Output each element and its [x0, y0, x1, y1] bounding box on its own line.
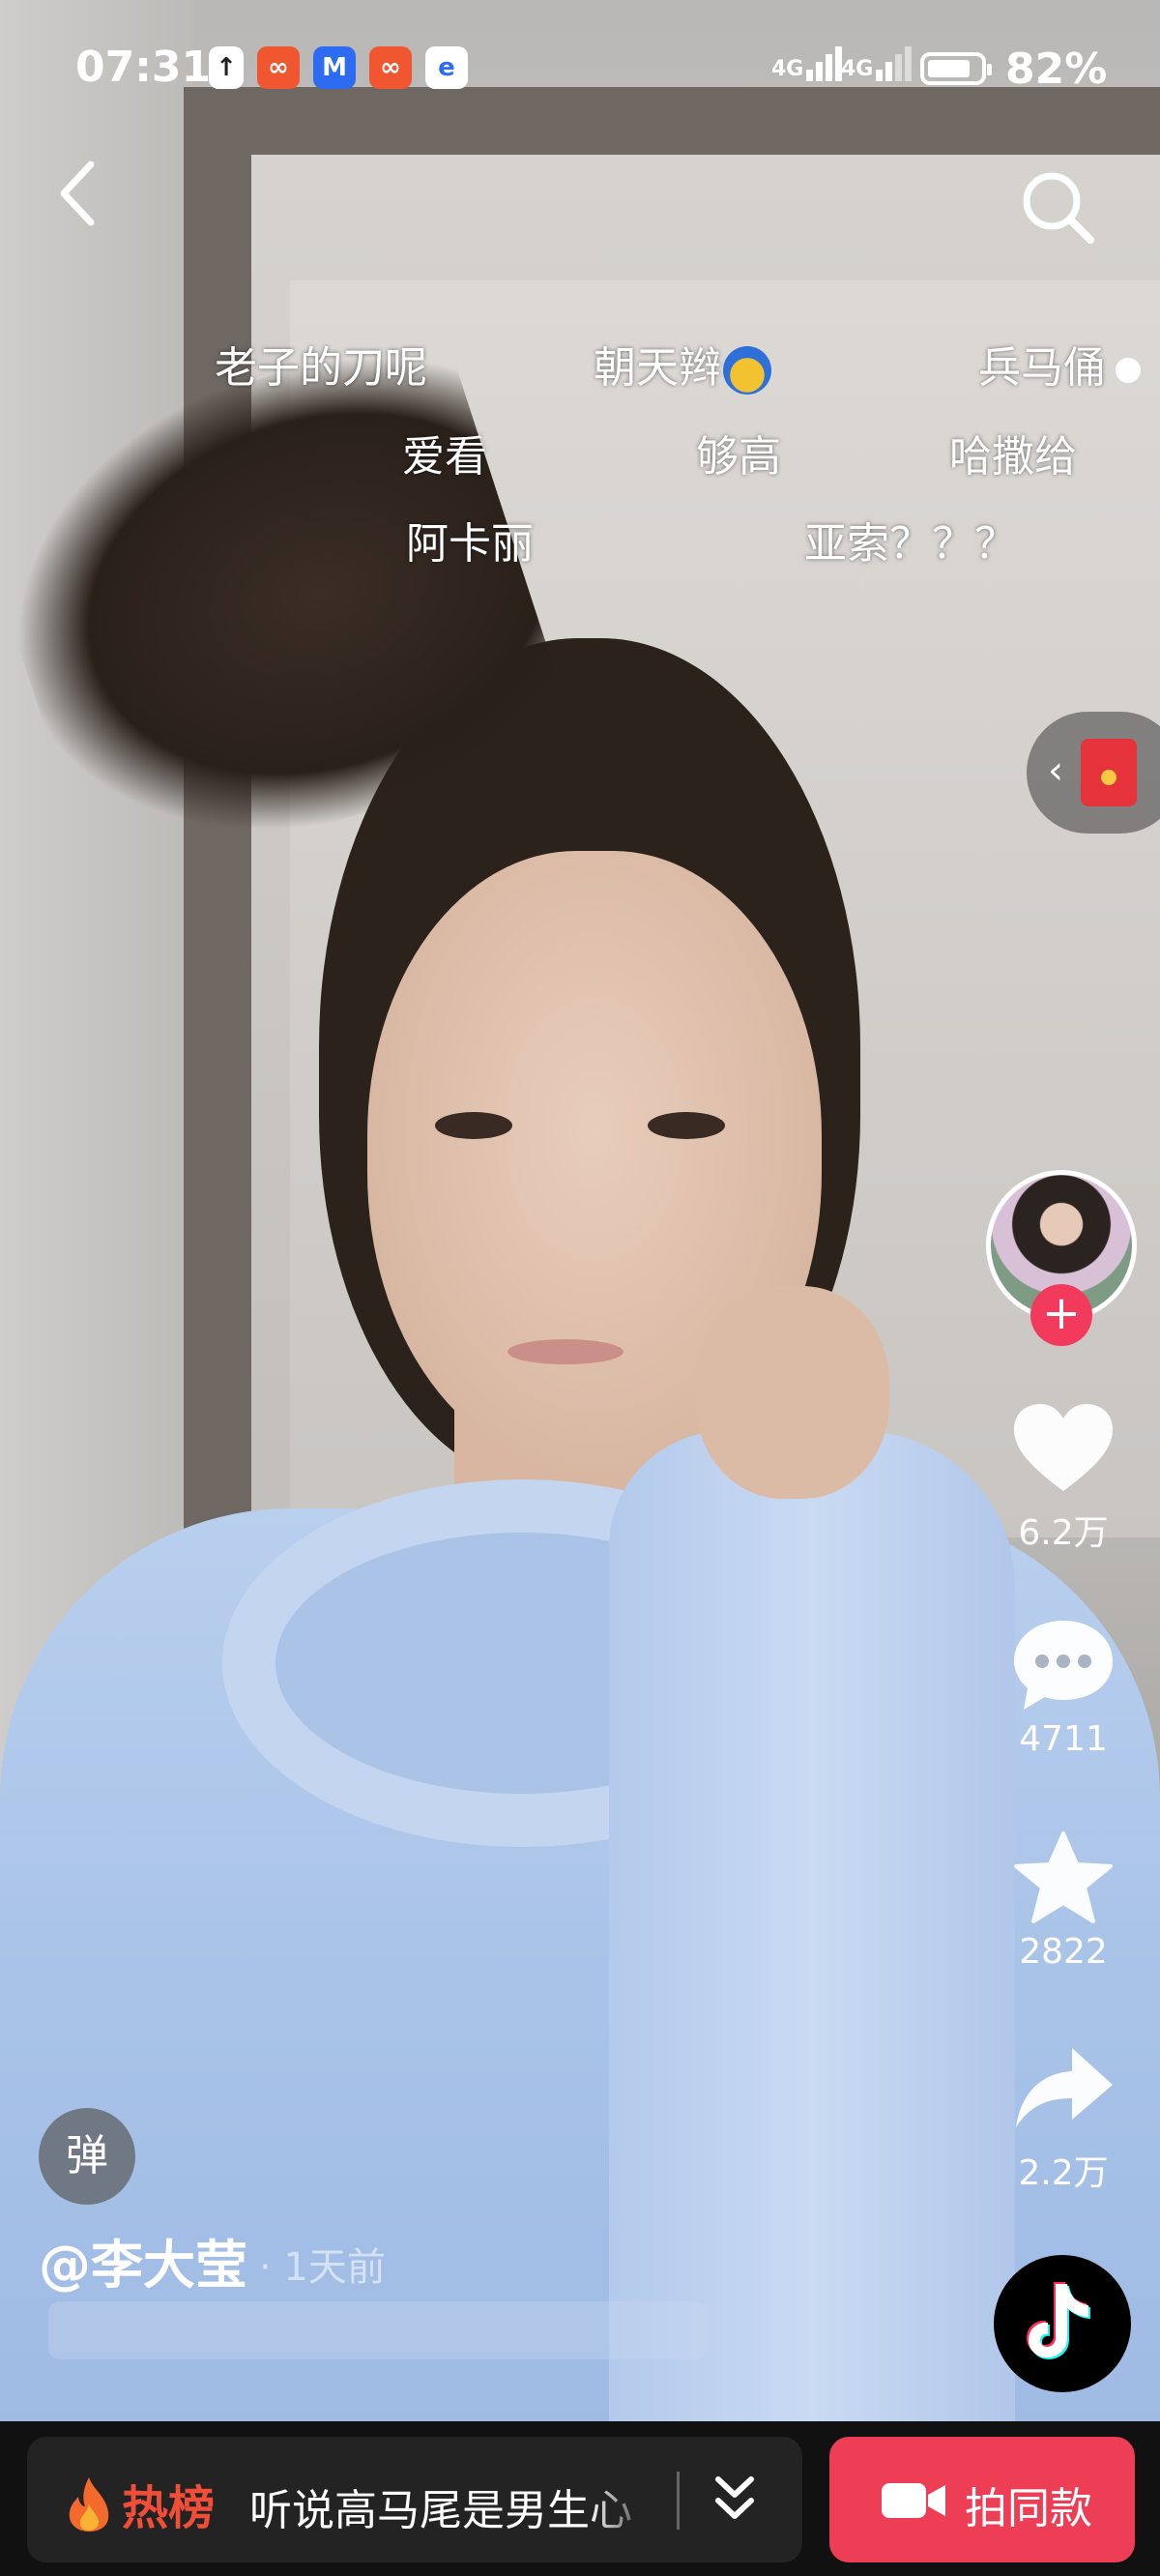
- danmaku-comment: 兵马俑: [978, 333, 1141, 395]
- notification-icons: ↑ ∞ M ∞ e: [209, 46, 468, 89]
- status-time: 07:31: [75, 43, 212, 92]
- battery-icon: [920, 52, 992, 85]
- person-hand: [696, 1286, 889, 1499]
- comment-button[interactable]: 4711: [996, 1617, 1131, 1759]
- upload-icon: ↑: [209, 46, 244, 89]
- favorite-count: 2822: [1019, 1932, 1108, 1972]
- share-icon: [1016, 2048, 1113, 2127]
- signal-1-icon: 4G: [771, 46, 843, 81]
- signal-2-icon: 4G: [841, 46, 913, 81]
- shoot-same-button[interactable]: 拍同款: [829, 2437, 1135, 2562]
- fire-icon: [69, 2477, 109, 2532]
- danmaku-comment: 朝天辫: [594, 333, 771, 395]
- divider: [677, 2472, 680, 2530]
- like-count: 6.2万: [1018, 1513, 1109, 1553]
- search-icon: [1023, 172, 1094, 244]
- search-button[interactable]: [1015, 164, 1102, 251]
- star-icon: [1014, 1831, 1113, 1923]
- author-name[interactable]: @李大莹: [39, 2222, 247, 2298]
- browser-app-icon: e: [425, 46, 468, 89]
- danmaku-comment: 哈撒给: [949, 432, 1077, 482]
- chevron-left-icon: [60, 161, 95, 226]
- red-envelope-icon: [1081, 739, 1137, 806]
- follow-button[interactable]: +: [1030, 1284, 1092, 1346]
- chevron-double-down-icon[interactable]: [709, 2470, 761, 2528]
- heart-icon: [1116, 358, 1141, 383]
- comment-count: 4711: [1019, 1719, 1108, 1759]
- danmaku-text: 朝天辫: [594, 343, 721, 393]
- mail-app-icon: M: [313, 46, 356, 89]
- battery-percent: 82%: [1005, 44, 1108, 94]
- tiktok-logo-icon: [1027, 2282, 1090, 2359]
- hot-list-banner[interactable]: 热榜 听说高马尾是男生心: [27, 2437, 802, 2562]
- caption-text[interactable]: [48, 2301, 706, 2359]
- danmaku-comment: 阿卡丽: [406, 519, 534, 569]
- share-count: 2.2万: [1018, 2153, 1109, 2193]
- hot-topic-text: 听说高马尾是男生心: [249, 2475, 655, 2537]
- danmaku-comment: 亚索？？？: [804, 519, 1017, 569]
- back-button[interactable]: [48, 155, 106, 232]
- network-type-1: 4G: [771, 57, 804, 81]
- danmaku-comment: 够高: [696, 432, 781, 482]
- danmaku-text: 兵马俑: [978, 343, 1106, 393]
- camera-icon: [882, 2483, 945, 2518]
- app-notification-icon: ∞: [257, 46, 300, 89]
- person-mouth: [508, 1339, 624, 1364]
- emoji-icon: [723, 346, 771, 395]
- bottom-bar: 热榜 听说高马尾是男生心 拍同款: [0, 2421, 1160, 2576]
- network-type-2: 4G: [841, 57, 874, 81]
- danmu-toggle-button[interactable]: 弹: [39, 2108, 135, 2205]
- battery-fill: [928, 60, 970, 77]
- status-bar: 07:31 ↑ ∞ M ∞ e 4G 4G 82%: [0, 0, 1160, 145]
- music-disc-button[interactable]: [994, 2255, 1131, 2392]
- chevron-left-icon: ‹: [1048, 748, 1063, 793]
- shoot-same-label: 拍同款: [965, 2484, 1092, 2533]
- favorite-button[interactable]: 2822: [996, 1830, 1131, 1972]
- person-eye-left: [435, 1112, 512, 1139]
- red-packet-button[interactable]: ‹: [1027, 712, 1160, 834]
- person-sleeve: [609, 1431, 1015, 2421]
- like-button[interactable]: 6.2万: [996, 1402, 1131, 1555]
- danmaku-comment: 爱看: [402, 432, 487, 482]
- post-time: · 1天前: [259, 2245, 386, 2290]
- heart-icon: [1014, 1404, 1113, 1491]
- comment-icon: [1014, 1621, 1113, 1710]
- hot-list-label: 热榜: [122, 2481, 216, 2535]
- share-button[interactable]: 2.2万: [996, 2042, 1131, 2195]
- person-eye-right: [648, 1112, 725, 1139]
- app-notification-icon: ∞: [369, 46, 412, 89]
- danmaku-comment: 老子的刀呢: [215, 343, 427, 393]
